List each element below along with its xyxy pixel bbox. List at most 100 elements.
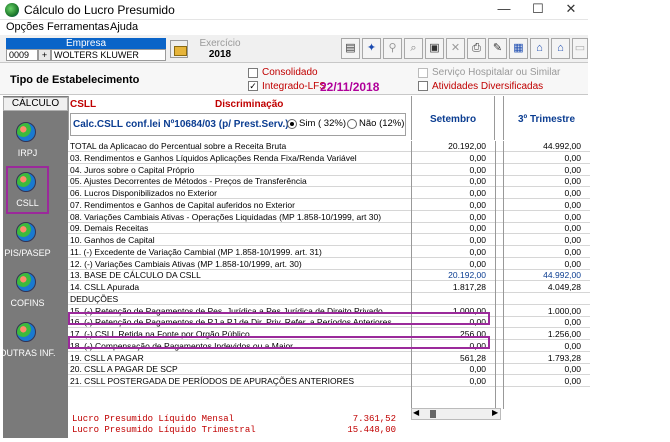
maximize-button[interactable]: ☐ [521, 0, 555, 20]
table-row[interactable]: 06. Lucros Disponibilizados no Exterior 0… [68, 188, 590, 199]
table-row[interactable]: 07. Rendimentos e Ganhos de Capital aufe… [68, 200, 590, 211]
row-value-setembro[interactable]: 20.192,00 [411, 141, 486, 152]
table-row[interactable]: 08. Variações Cambiais Ativas - Operaçõe… [68, 212, 590, 223]
nav-irpj-label: IRPJ [17, 148, 38, 158]
table-row[interactable]: 14. CSLL Apurada 1.817,28 4.049,28 [68, 282, 590, 293]
save-button[interactable]: ▣ [425, 38, 444, 59]
table-row[interactable]: 12. (-) Variações Cambiais Ativas (MP 1.… [68, 259, 590, 270]
row-description: 19. CSLL A PAGAR [70, 352, 144, 363]
row-value-setembro[interactable]: 0,00 [411, 247, 486, 258]
row-description: 03. Rendimentos e Ganhos Líquidos Aplica… [70, 152, 357, 163]
row-value-trimestre: 44.992,00 [543, 141, 581, 151]
row-value-setembro[interactable]: 0,00 [411, 165, 486, 176]
row-value-setembro[interactable]: 0,00 [411, 176, 486, 187]
table-row[interactable]: 10. Ganhos de Capital 0,00 0,00 [68, 235, 590, 246]
nav-cofins[interactable]: COFINS [6, 268, 65, 316]
row-value-setembro[interactable]: 0,00 [411, 212, 486, 223]
row-value-setembro[interactable]: 0,00 [411, 200, 486, 211]
print-button[interactable]: ⎙ [467, 38, 486, 59]
row-value-trimestre: 44.992,00 [543, 270, 581, 281]
row-description: 21. CSLL POSTERGADA DE PERÍODOS DE APURA… [70, 376, 355, 386]
document-icon: ▤ [345, 42, 356, 54]
export-button[interactable]: ⌂ [530, 38, 549, 59]
integrado-label: Integrado-LFS [262, 81, 326, 92]
integrado-checkbox[interactable]: ✓ [248, 81, 258, 91]
empresa-code-input[interactable]: 0009 [6, 49, 38, 61]
table-row[interactable]: 04. Juros sobre o Capital Próprio 0,00 0,0… [68, 165, 590, 176]
table-row[interactable]: 11. (-) Excedente de Variação Cambial (M… [68, 247, 590, 258]
globe-icon [16, 272, 36, 292]
row-value-setembro[interactable]: 0,00 [411, 223, 486, 234]
document-button[interactable]: ▤ [341, 38, 360, 59]
globe-icon [16, 122, 36, 142]
atividades-checkbox[interactable] [418, 81, 428, 91]
open-folder-button[interactable] [170, 40, 188, 58]
table-row[interactable]: 21. CSLL POSTERGADA DE PERÍODOS DE APURA… [68, 376, 590, 387]
save-icon: ▣ [429, 42, 440, 54]
integrado-date: 22/11/2018 [320, 80, 380, 94]
empresa-name-field: WOLTERS KLUWER [51, 49, 166, 61]
scroll-right-icon[interactable]: ▶ [492, 408, 498, 417]
wrench-icon: ✎ [492, 42, 503, 54]
row-value-setembro[interactable]: 0,00 [411, 153, 486, 164]
list-icon: ▭ [574, 42, 586, 54]
row-description: 08. Variações Cambiais Ativas - Operaçõe… [70, 211, 382, 222]
table-row[interactable]: TOTAL da Aplicacao do Percentual sobre a… [68, 141, 590, 152]
import-button[interactable]: ⌂ [551, 38, 570, 59]
row-value-setembro[interactable]: 0,00 [411, 188, 486, 199]
menu-ajuda[interactable]: Ajuda [110, 21, 138, 33]
grid-separator [495, 141, 496, 409]
table-row[interactable]: 20. CSLL A PAGAR DE SCP 0,00 0,00 [68, 364, 590, 376]
nao-label: Não (12%) [359, 118, 405, 129]
minimize-button[interactable]: — [487, 0, 521, 20]
nav-pis[interactable]: PIS/PASEP [4, 218, 65, 266]
empresa-spin-button[interactable]: + [38, 49, 51, 61]
row-value-setembro[interactable]: 0,00 [411, 376, 486, 387]
exercicio-label: Exercício [199, 38, 241, 49]
table-row[interactable]: DEDUÇÕES [68, 294, 590, 305]
table-row[interactable]: 09. Demais Receitas 0,00 0,00 [68, 223, 590, 235]
calc-button[interactable]: ▦ [509, 38, 528, 59]
row-description: 05. Ajustes Decorrentes de Métodos - Pre… [70, 176, 307, 187]
row-value-setembro[interactable]: 20.192,00 [411, 270, 486, 281]
menu-opcoes[interactable]: Opções [6, 21, 44, 33]
horizontal-scrollbar[interactable] [411, 408, 501, 420]
row-value-trimestre: 0,00 [564, 246, 581, 257]
row-value-setembro[interactable]: 0,00 [411, 364, 486, 375]
servico-checkbox[interactable] [418, 68, 428, 78]
table-row[interactable]: 13. BASE DE CÁLCULO DA CSLL 20.192,00 44.9… [68, 270, 590, 282]
row-value-trimestre: 0,00 [564, 235, 581, 245]
row-description: 07. Rendimentos e Ganhos de Capital aufe… [70, 199, 295, 210]
col-trimestre-title: 3º Trimestre [517, 114, 576, 125]
nav-csll-label: CSLL [16, 198, 39, 208]
search-button[interactable]: ⚲ [383, 38, 402, 59]
zoom-button[interactable]: ⌕ [404, 38, 423, 59]
nav-irpj[interactable]: IRPJ [6, 118, 65, 166]
sim-radio[interactable] [287, 119, 297, 129]
nao-radio[interactable] [347, 119, 357, 129]
table-row[interactable]: 19. CSLL A PAGAR 561,28 1.793,28 [68, 353, 590, 364]
nav-outras[interactable]: OUTRAS INF. [0, 318, 65, 366]
export-icon: ⌂ [536, 42, 543, 54]
row-value-setembro[interactable]: 561,28 [411, 353, 486, 364]
table-row[interactable]: 05. Ajustes Decorrentes de Métodos - Pre… [68, 176, 590, 188]
scroll-left-icon[interactable]: ◀ [413, 408, 419, 417]
empresa-label: Empresa [6, 38, 166, 49]
row-description: 06. Lucros Disponibilizados no Exterior [70, 188, 217, 198]
navigate-button[interactable]: ✦ [362, 38, 381, 59]
table-row[interactable]: 03. Rendimentos e Ganhos Líquidos Aplica… [68, 153, 590, 164]
nav-csll[interactable]: CSLL [6, 168, 65, 216]
row-value-setembro[interactable]: 0,00 [411, 235, 486, 246]
row-value-setembro[interactable]: 0,00 [411, 259, 486, 270]
menu-ferramentas[interactable]: Ferramentas [47, 21, 109, 33]
consolidado-checkbox[interactable] [248, 68, 258, 78]
row-value-setembro[interactable]: 1.817,28 [411, 282, 486, 293]
atividades-label: Atividades Diversificadas [432, 81, 544, 92]
scrollbar-thumb[interactable] [430, 410, 436, 418]
delete-button[interactable]: ✕ [446, 38, 465, 59]
close-button[interactable]: ✕ [554, 0, 588, 20]
nav-header: CÁLCULO [3, 97, 68, 111]
disabled-button[interactable]: ▭ [572, 38, 588, 59]
col-setembro-title: Setembro [429, 114, 477, 125]
tools-button[interactable]: ✎ [488, 38, 507, 59]
